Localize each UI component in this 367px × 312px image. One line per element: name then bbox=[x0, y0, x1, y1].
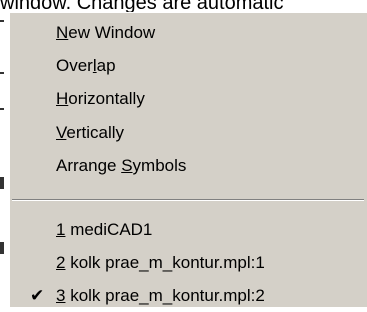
menu-item-label: Vertically bbox=[56, 123, 125, 142]
menu-item-label: Horizontally bbox=[56, 89, 145, 108]
menu-item-window-1[interactable]: 1 mediCAD1 bbox=[10, 214, 367, 246]
menu-item-label: Overlap bbox=[56, 56, 116, 75]
menu-item-horizontally[interactable]: Horizontally bbox=[10, 83, 367, 115]
menu-item-arrange-symbols[interactable]: Arrange Symbols bbox=[10, 150, 367, 182]
edge-mark bbox=[0, 20, 4, 22]
edge-mark bbox=[0, 177, 4, 189]
menu-item-window-2[interactable]: 2 kolk prae_m_kontur.mpl:1 bbox=[10, 247, 367, 279]
window-menu: New Window Overlap Horizontally Vertical… bbox=[9, 12, 367, 307]
menu-item-label: New Window bbox=[56, 23, 156, 42]
edge-mark bbox=[0, 108, 4, 110]
menu-item-label: 1 mediCAD1 bbox=[56, 220, 153, 239]
menu-item-label: 3 kolk prae_m_kontur.mpl:2 bbox=[56, 286, 265, 305]
menu-item-label: Arrange Symbols bbox=[56, 156, 187, 175]
menu-item-window-3[interactable]: ✔ 3 kolk prae_m_kontur.mpl:2 bbox=[10, 280, 367, 312]
checkmark-icon: ✔ bbox=[30, 286, 45, 305]
edge-mark bbox=[0, 72, 4, 74]
menu-item-overlap[interactable]: Overlap bbox=[10, 50, 367, 82]
edge-mark bbox=[0, 242, 4, 254]
menu-separator bbox=[12, 199, 364, 201]
menu-item-new-window[interactable]: New Window bbox=[10, 17, 367, 49]
menu-item-vertically[interactable]: Vertically bbox=[10, 117, 367, 149]
menu-item-label: 2 kolk prae_m_kontur.mpl:1 bbox=[56, 253, 265, 272]
underlying-window-edge bbox=[0, 12, 8, 307]
